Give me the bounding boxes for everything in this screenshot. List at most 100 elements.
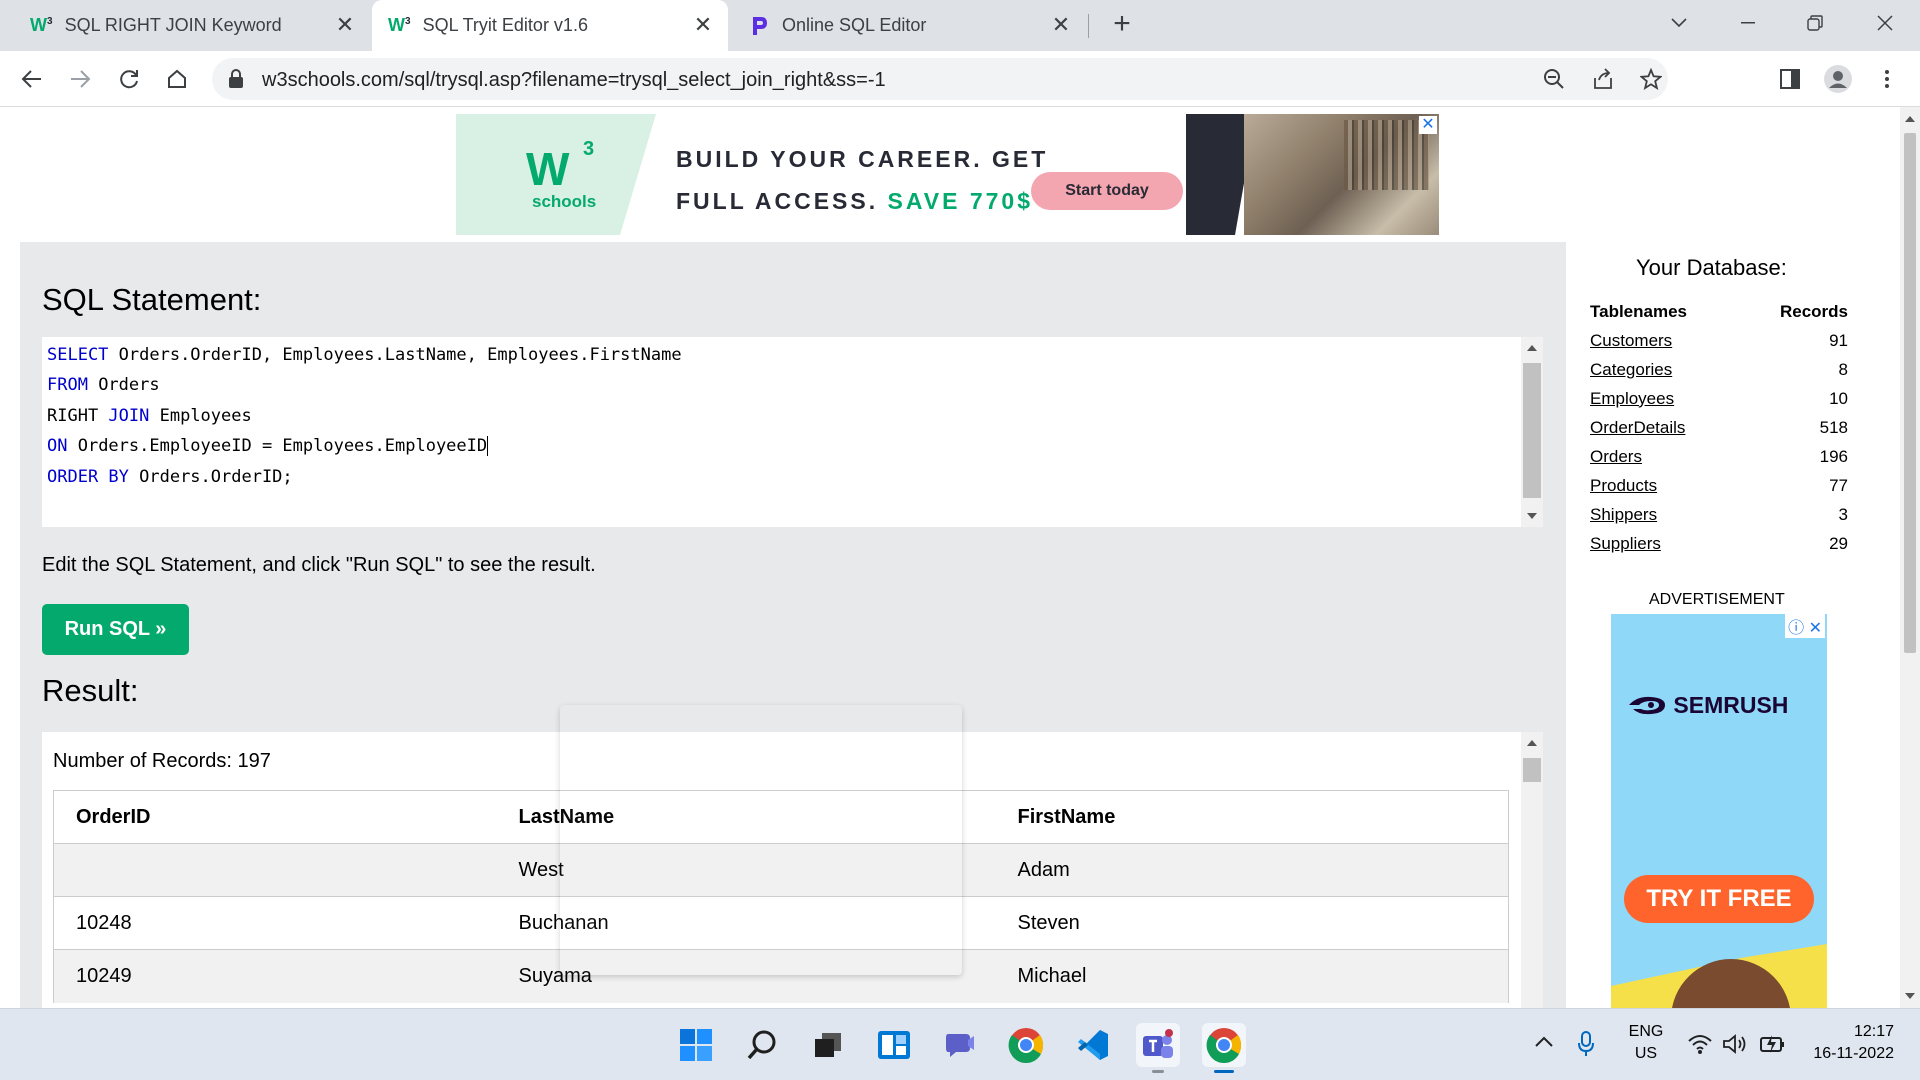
share-icon[interactable] bbox=[1590, 66, 1616, 92]
code-line[interactable]: FROM Orders bbox=[47, 375, 160, 395]
result-scrollbar[interactable] bbox=[1521, 732, 1543, 1008]
teams-icon[interactable] bbox=[1136, 1023, 1180, 1073]
ad-headline-2-prefix: FULL ACCESS. bbox=[676, 188, 879, 214]
scroll-down-arrow-icon[interactable] bbox=[1527, 513, 1537, 519]
table-link-employees[interactable]: Employees bbox=[1590, 384, 1742, 413]
ad-close-icon[interactable]: ⓘ ✕ bbox=[1785, 614, 1825, 638]
reload-icon[interactable] bbox=[113, 63, 145, 95]
profile-avatar-icon[interactable] bbox=[1822, 63, 1854, 95]
menu-kebab-icon[interactable] bbox=[1871, 63, 1903, 95]
table-link-suppliers[interactable]: Suppliers bbox=[1590, 529, 1742, 558]
column-header: FirstName bbox=[995, 790, 1509, 844]
try-it-free-button[interactable]: TRY IT FREE bbox=[1624, 875, 1814, 923]
sql-code-editor[interactable]: SELECT Orders.OrderID, Employees.LastNam… bbox=[42, 337, 1543, 527]
ad-headline-1: BUILD YOUR CAREER. GET bbox=[676, 146, 1049, 172]
clock-date: 16-11-2022 bbox=[1813, 1045, 1894, 1062]
run-sql-button[interactable]: Run SQL » bbox=[42, 604, 189, 655]
w3schools-logo-sup: 3 bbox=[583, 138, 595, 160]
bookmark-star-icon[interactable] bbox=[1638, 66, 1664, 92]
side-panel-icon[interactable] bbox=[1774, 63, 1806, 95]
widgets-icon[interactable] bbox=[872, 1023, 916, 1067]
table-cell: 10249 bbox=[53, 949, 497, 1003]
task-view-icon[interactable] bbox=[806, 1023, 850, 1067]
table-link-customers[interactable]: Customers bbox=[1590, 326, 1742, 355]
tab-online-sql-editor[interactable]: Online SQL Editor ✕ bbox=[730, 0, 1086, 51]
code-line[interactable]: SELECT Orders.OrderID, Employees.LastNam… bbox=[47, 345, 682, 365]
lock-icon[interactable] bbox=[228, 69, 244, 89]
wifi-icon[interactable] bbox=[1688, 1034, 1712, 1059]
close-tab-icon[interactable]: ✕ bbox=[692, 12, 714, 37]
code-scrollbar[interactable] bbox=[1521, 337, 1543, 527]
microphone-icon[interactable] bbox=[1578, 1031, 1594, 1062]
text-cursor bbox=[487, 436, 489, 456]
zoom-icon[interactable] bbox=[1541, 66, 1567, 92]
windows-start-icon[interactable] bbox=[674, 1023, 718, 1067]
close-tab-icon[interactable]: ✕ bbox=[1050, 12, 1072, 37]
language-indicator[interactable]: ENG US bbox=[1626, 1023, 1666, 1063]
chrome-icon[interactable] bbox=[1004, 1023, 1048, 1067]
tab-search-icon[interactable] bbox=[1664, 8, 1694, 38]
scroll-thumb[interactable] bbox=[1904, 133, 1916, 653]
database-row: Customers 91 bbox=[1590, 326, 1848, 355]
ad-close-icon[interactable]: ✕ bbox=[1419, 116, 1437, 134]
semrush-flame-icon bbox=[1629, 696, 1665, 715]
tab-tryit-editor[interactable]: W3 SQL Tryit Editor v1.6 ✕ bbox=[372, 0, 728, 51]
search-icon[interactable] bbox=[740, 1023, 784, 1067]
url-text[interactable]: w3schools.com/sql/trysql.asp?filename=tr… bbox=[262, 69, 886, 92]
language-code: ENG bbox=[1628, 1023, 1664, 1040]
vscode-icon[interactable] bbox=[1070, 1023, 1114, 1067]
semrush-logo: SEMRUSH bbox=[1627, 692, 1788, 719]
address-bar[interactable]: w3schools.com/sql/trysql.asp?filename=tr… bbox=[212, 58, 1668, 100]
semrush-brand: SEMRUSH bbox=[1673, 692, 1789, 718]
page-scrollbar[interactable] bbox=[1900, 107, 1920, 1008]
code-line[interactable]: ORDER BY Orders.OrderID; bbox=[47, 467, 293, 487]
battery-icon[interactable] bbox=[1760, 1033, 1786, 1060]
record-count-cell: 8 bbox=[1838, 359, 1848, 379]
top-banner-ad[interactable]: W 3 schools BUILD YOUR CAREER. GET FULL … bbox=[456, 114, 1439, 235]
show-hidden-icons-chevron-icon[interactable] bbox=[1534, 1035, 1554, 1053]
chat-icon[interactable] bbox=[938, 1023, 982, 1067]
database-row: Employees 10 bbox=[1590, 384, 1848, 413]
scroll-down-arrow-icon[interactable] bbox=[1905, 993, 1915, 999]
clock[interactable]: 12:17 16-11-2022 bbox=[1804, 1023, 1894, 1063]
chrome-active-icon[interactable] bbox=[1202, 1023, 1246, 1073]
forward-icon[interactable] bbox=[64, 63, 96, 95]
ad-headline-2-highlight: SAVE 770$ bbox=[887, 188, 1033, 214]
scroll-up-arrow-icon[interactable] bbox=[1905, 116, 1915, 122]
record-count: Number of Records: 197 bbox=[53, 750, 271, 772]
restore-icon[interactable] bbox=[1800, 8, 1830, 38]
home-icon[interactable] bbox=[161, 63, 193, 95]
tab-title: SQL Tryit Editor v1.6 bbox=[422, 15, 588, 35]
w3schools-icon: W3 bbox=[30, 15, 53, 35]
tab-strip: W3 SQL RIGHT JOIN Keyword ✕ W3 SQL Tryit… bbox=[0, 0, 1920, 51]
table-cell: Adam bbox=[995, 843, 1509, 897]
tablenames-header: Tablenames bbox=[1590, 301, 1688, 321]
code-line[interactable]: ON Orders.EmployeeID = Employees.Employe… bbox=[47, 436, 489, 456]
tab-sql-right-join[interactable]: W3 SQL RIGHT JOIN Keyword ✕ bbox=[14, 0, 370, 51]
record-count-cell: 77 bbox=[1829, 475, 1848, 495]
code-line[interactable]: RIGHT JOIN Employees bbox=[47, 406, 252, 426]
table-link-orders[interactable]: Orders bbox=[1590, 442, 1742, 471]
scroll-thumb[interactable] bbox=[1523, 363, 1541, 498]
side-banner-ad[interactable]: ⓘ ✕ SEMRUSH TRY IT FREE bbox=[1611, 614, 1827, 1008]
table-link-categories[interactable]: Categories bbox=[1590, 355, 1742, 384]
scroll-thumb[interactable] bbox=[1523, 758, 1541, 782]
back-icon[interactable] bbox=[16, 63, 48, 95]
new-tab-button[interactable]: + bbox=[1107, 9, 1137, 40]
minimize-icon[interactable] bbox=[1733, 8, 1763, 38]
tab-separator bbox=[1088, 14, 1089, 38]
w3schools-logo-text: schools bbox=[532, 192, 597, 211]
volume-icon[interactable] bbox=[1722, 1034, 1748, 1059]
table-link-products[interactable]: Products bbox=[1590, 471, 1742, 500]
start-today-button[interactable]: Start today bbox=[1031, 172, 1183, 210]
table-link-orderdetails[interactable]: OrderDetails bbox=[1590, 413, 1742, 442]
tab-title: Online SQL Editor bbox=[782, 15, 927, 35]
scroll-up-arrow-icon[interactable] bbox=[1527, 345, 1537, 351]
record-count-cell: 91 bbox=[1829, 330, 1848, 350]
records-header: Records bbox=[1779, 301, 1848, 321]
close-window-icon[interactable] bbox=[1870, 8, 1900, 38]
close-tab-icon[interactable]: ✕ bbox=[334, 12, 356, 37]
table-link-shippers[interactable]: Shippers bbox=[1590, 500, 1742, 529]
scroll-up-arrow-icon[interactable] bbox=[1527, 740, 1537, 746]
table-cell: 10248 bbox=[53, 896, 497, 950]
